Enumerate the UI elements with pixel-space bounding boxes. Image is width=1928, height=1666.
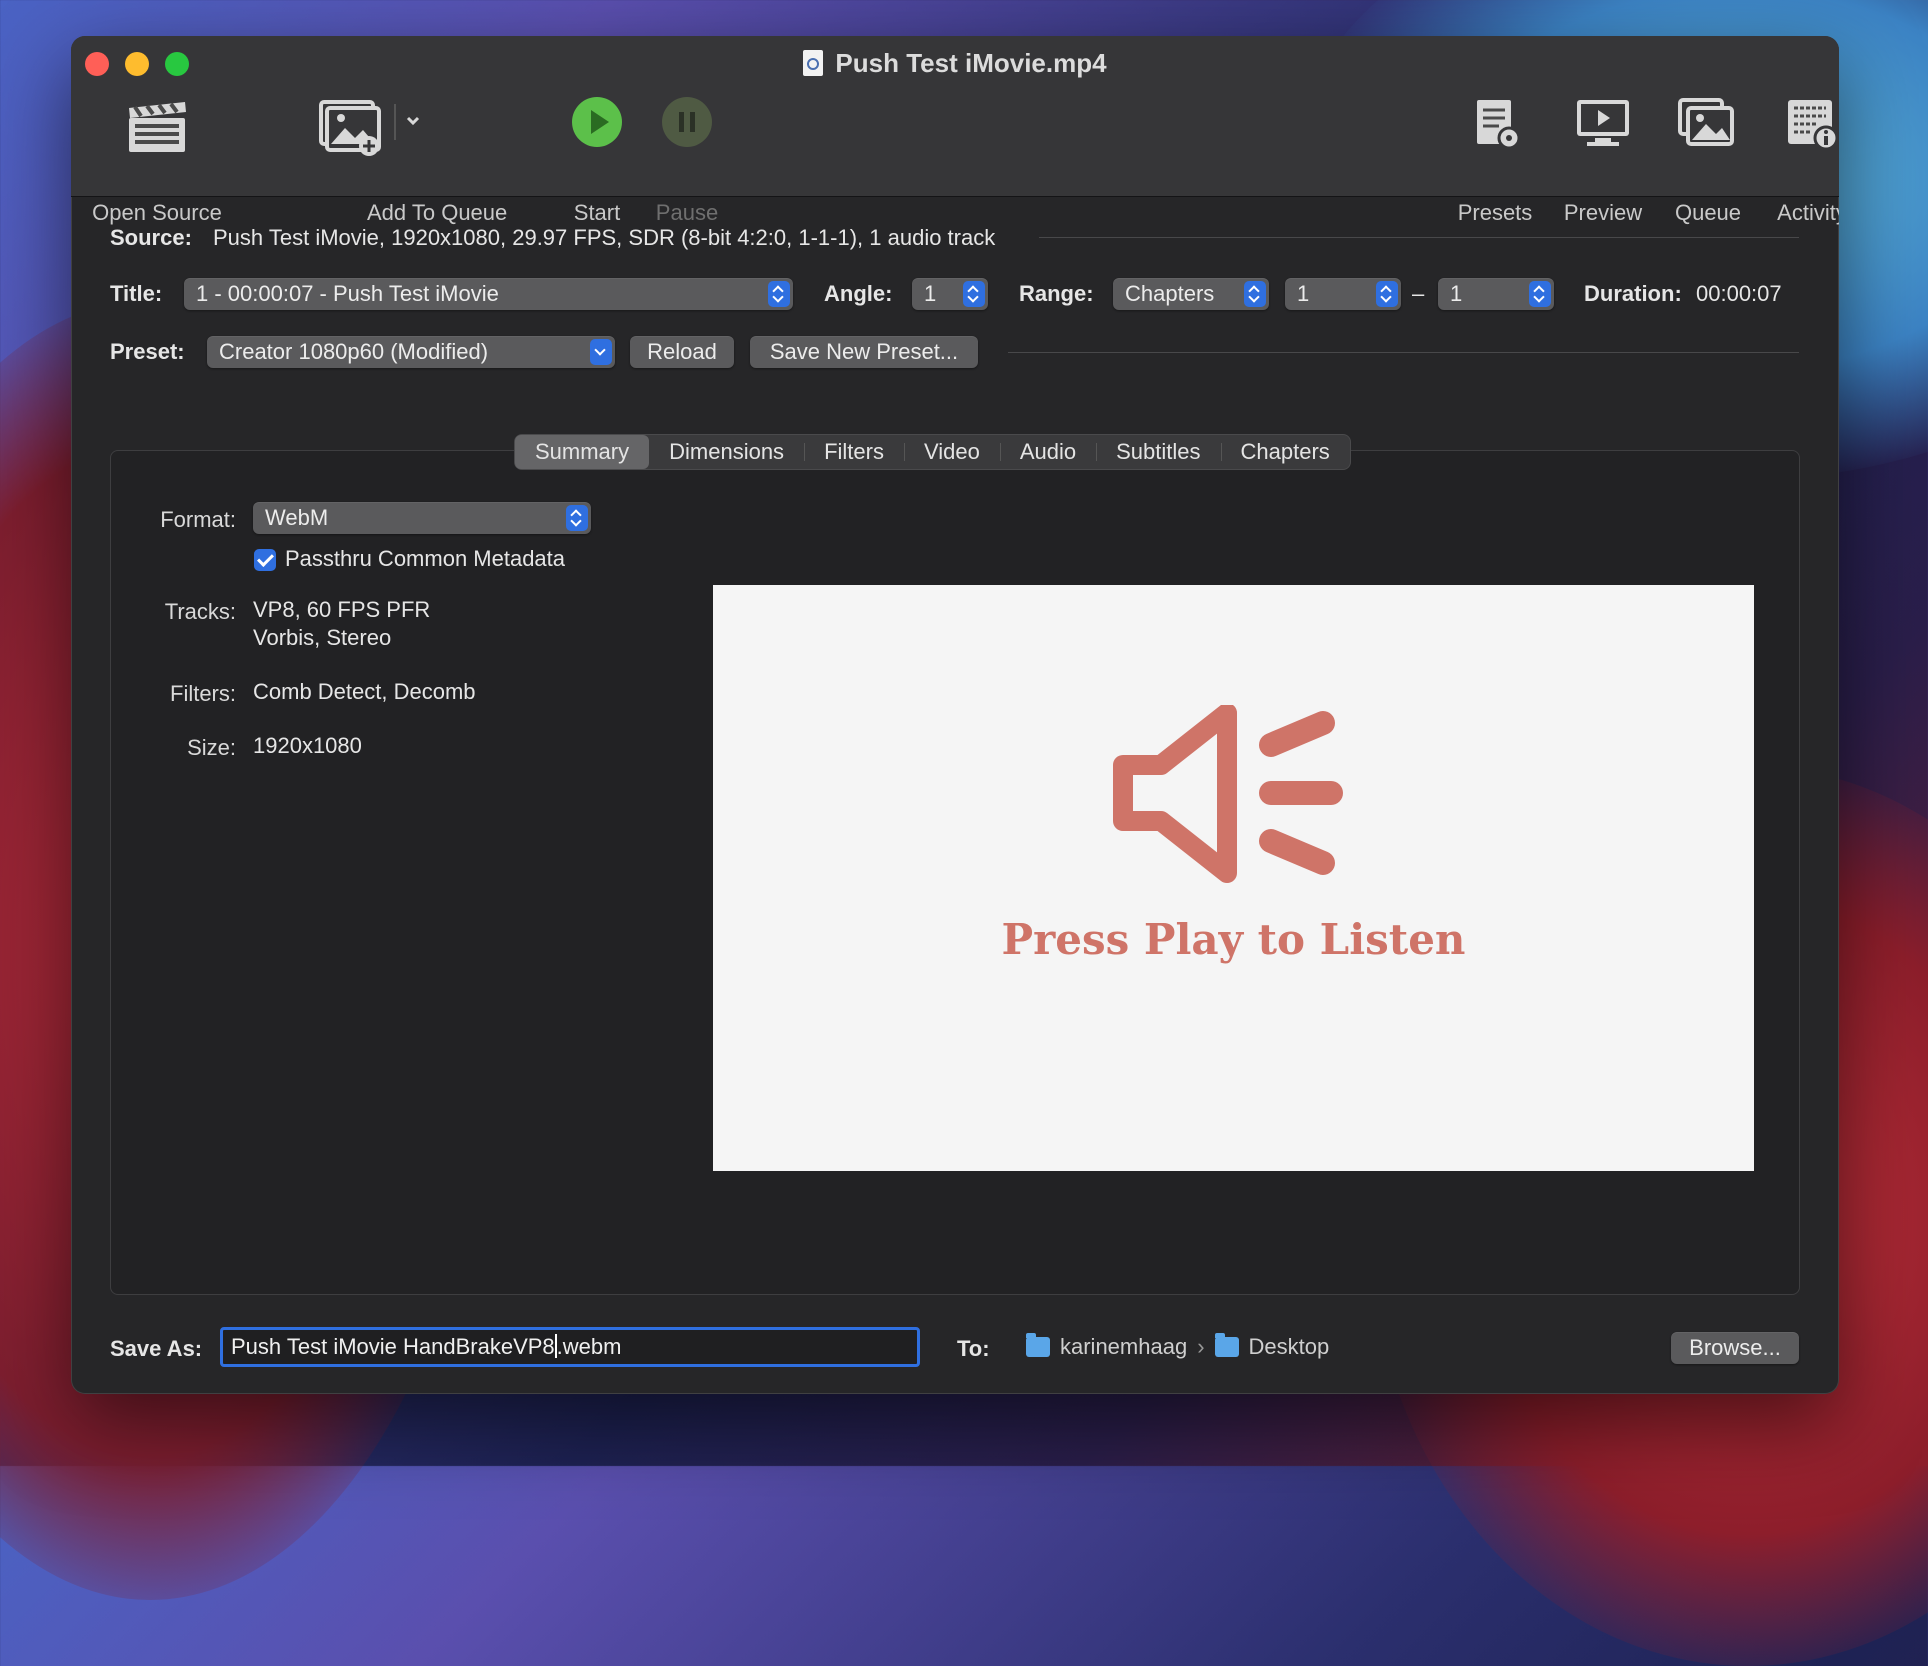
main-content: Source: Push Test iMovie, 1920x1080, 29.… (71, 197, 1839, 1394)
range-start-value: 1 (1297, 281, 1310, 306)
add-to-queue-icon (319, 100, 420, 156)
start-button[interactable]: Start (561, 96, 633, 225)
toolbar: Push Test iMovie.mp4 Open Source Add To … (71, 36, 1839, 225)
chevron-down-icon (590, 339, 612, 365)
title-popup-value: 1 - 00:00:07 - Push Test iMovie (196, 281, 499, 306)
source-divider (1039, 237, 1799, 238)
save-as-label: Save As: (110, 1336, 203, 1361)
path-desktop: Desktop (1248, 1334, 1330, 1359)
range-end-value: 1 (1450, 281, 1463, 306)
range-dash: – (1412, 281, 1425, 306)
tab-subtitles[interactable]: Subtitles (1096, 435, 1220, 469)
filters-label: Filters: (170, 681, 236, 706)
tracks-video: VP8, 60 FPS PFR (253, 597, 431, 622)
duration-label: Duration: (1584, 281, 1682, 306)
queue-icon (1678, 98, 1734, 146)
activity-button[interactable]: Activity (1767, 96, 1839, 225)
range-label: Range: (1019, 281, 1094, 306)
filename-extension: .webm (556, 1334, 622, 1359)
tracks-audio: Vorbis, Stereo (253, 625, 392, 650)
folder-icon (1026, 1333, 1050, 1357)
passthru-checkbox[interactable] (254, 549, 276, 571)
filename-text: Push Test iMovie HandBrakeVP8 (231, 1334, 555, 1359)
preset-popup-value: Creator 1080p60 (Modified) (219, 339, 489, 364)
window-title: Push Test iMovie.mp4 (71, 48, 1839, 79)
angle-label: Angle: (824, 281, 893, 306)
size-value: 1920x1080 (253, 733, 362, 758)
activity-icon (1788, 100, 1839, 151)
format-popup[interactable]: WebM (253, 502, 591, 534)
range-start-popup[interactable]: 1 (1285, 278, 1401, 310)
source-label: Source: (110, 225, 192, 250)
range-start-stepper-icon (1376, 281, 1398, 307)
document-icon (803, 50, 824, 76)
format-stepper-icon (566, 505, 588, 531)
pause-icon (662, 97, 712, 147)
queue-button[interactable]: Queue (1663, 96, 1753, 225)
range-type-stepper-icon (1244, 281, 1266, 307)
range-type-popup[interactable]: Chapters (1113, 278, 1269, 310)
range-end-stepper-icon (1529, 281, 1551, 307)
save-as-input[interactable]: Push Test iMovie HandBrakeVP8.webm (220, 1327, 920, 1367)
range-type-value: Chapters (1125, 281, 1215, 306)
tab-filters[interactable]: Filters (804, 435, 904, 469)
title-popup[interactable]: 1 - 00:00:07 - Push Test iMovie (184, 278, 793, 310)
title-label: Title: (110, 281, 163, 306)
angle-stepper-icon (963, 281, 985, 307)
destination-path[interactable]: karinemhaag › Desktop (1026, 1327, 1329, 1367)
preview-button[interactable]: Preview (1548, 96, 1658, 225)
angle-popup-value: 1 (924, 281, 937, 306)
summary-panel: Format: WebM Passthru Common Metadata Tr… (110, 450, 1800, 1295)
browse-button[interactable]: Browse... (1671, 1332, 1799, 1364)
pause-button[interactable]: Pause (651, 96, 723, 225)
tab-bar: Summary Dimensions Filters Video Audio S… (515, 435, 1350, 469)
passthru-label: Passthru Common Metadata (285, 546, 566, 571)
size-label: Size: (187, 735, 236, 760)
press-play-message: Press Play to Listen (1001, 915, 1466, 964)
presets-icon (1477, 100, 1521, 150)
source-value: Push Test iMovie, 1920x1080, 29.97 FPS, … (213, 225, 996, 250)
path-home: karinemhaag (1060, 1334, 1188, 1359)
preset-divider (1008, 352, 1799, 353)
path-chevron-icon: › (1197, 1334, 1205, 1359)
tracks-label: Tracks: (164, 599, 236, 624)
preview-icon (1577, 100, 1629, 146)
preset-popup[interactable]: Creator 1080p60 (Modified) (207, 336, 615, 368)
filters-value: Comb Detect, Decomb (253, 679, 476, 704)
reload-button[interactable]: Reload (630, 336, 734, 368)
open-source-button[interactable]: Open Source (71, 96, 243, 225)
to-label: To: (957, 1336, 990, 1361)
format-label: Format: (160, 507, 236, 532)
tab-audio[interactable]: Audio (999, 435, 1096, 469)
preset-label: Preset: (110, 339, 185, 364)
range-end-popup[interactable]: 1 (1438, 278, 1554, 310)
format-popup-value: WebM (265, 505, 329, 530)
angle-popup[interactable]: 1 (912, 278, 988, 310)
play-icon (572, 97, 622, 147)
tab-dimensions[interactable]: Dimensions (649, 435, 804, 469)
add-to-queue-button[interactable]: Add To Queue (317, 96, 507, 225)
title-stepper-icon (768, 281, 790, 307)
duration-value: 00:00:07 (1696, 281, 1782, 306)
handbrake-window: Push Test iMovie.mp4 Open Source Add To … (71, 36, 1839, 1394)
clapperboard-icon (129, 102, 186, 152)
speaker-icon (1113, 705, 1343, 883)
presets-button[interactable]: Presets (1449, 96, 1541, 225)
folder-icon (1214, 1333, 1239, 1357)
save-new-preset-button[interactable]: Save New Preset... (750, 336, 978, 368)
preview-image: Press Play to Listen (713, 585, 1754, 1171)
tab-summary[interactable]: Summary (515, 435, 650, 469)
tab-video[interactable]: Video (903, 435, 1000, 469)
tab-chapters[interactable]: Chapters (1220, 435, 1350, 469)
